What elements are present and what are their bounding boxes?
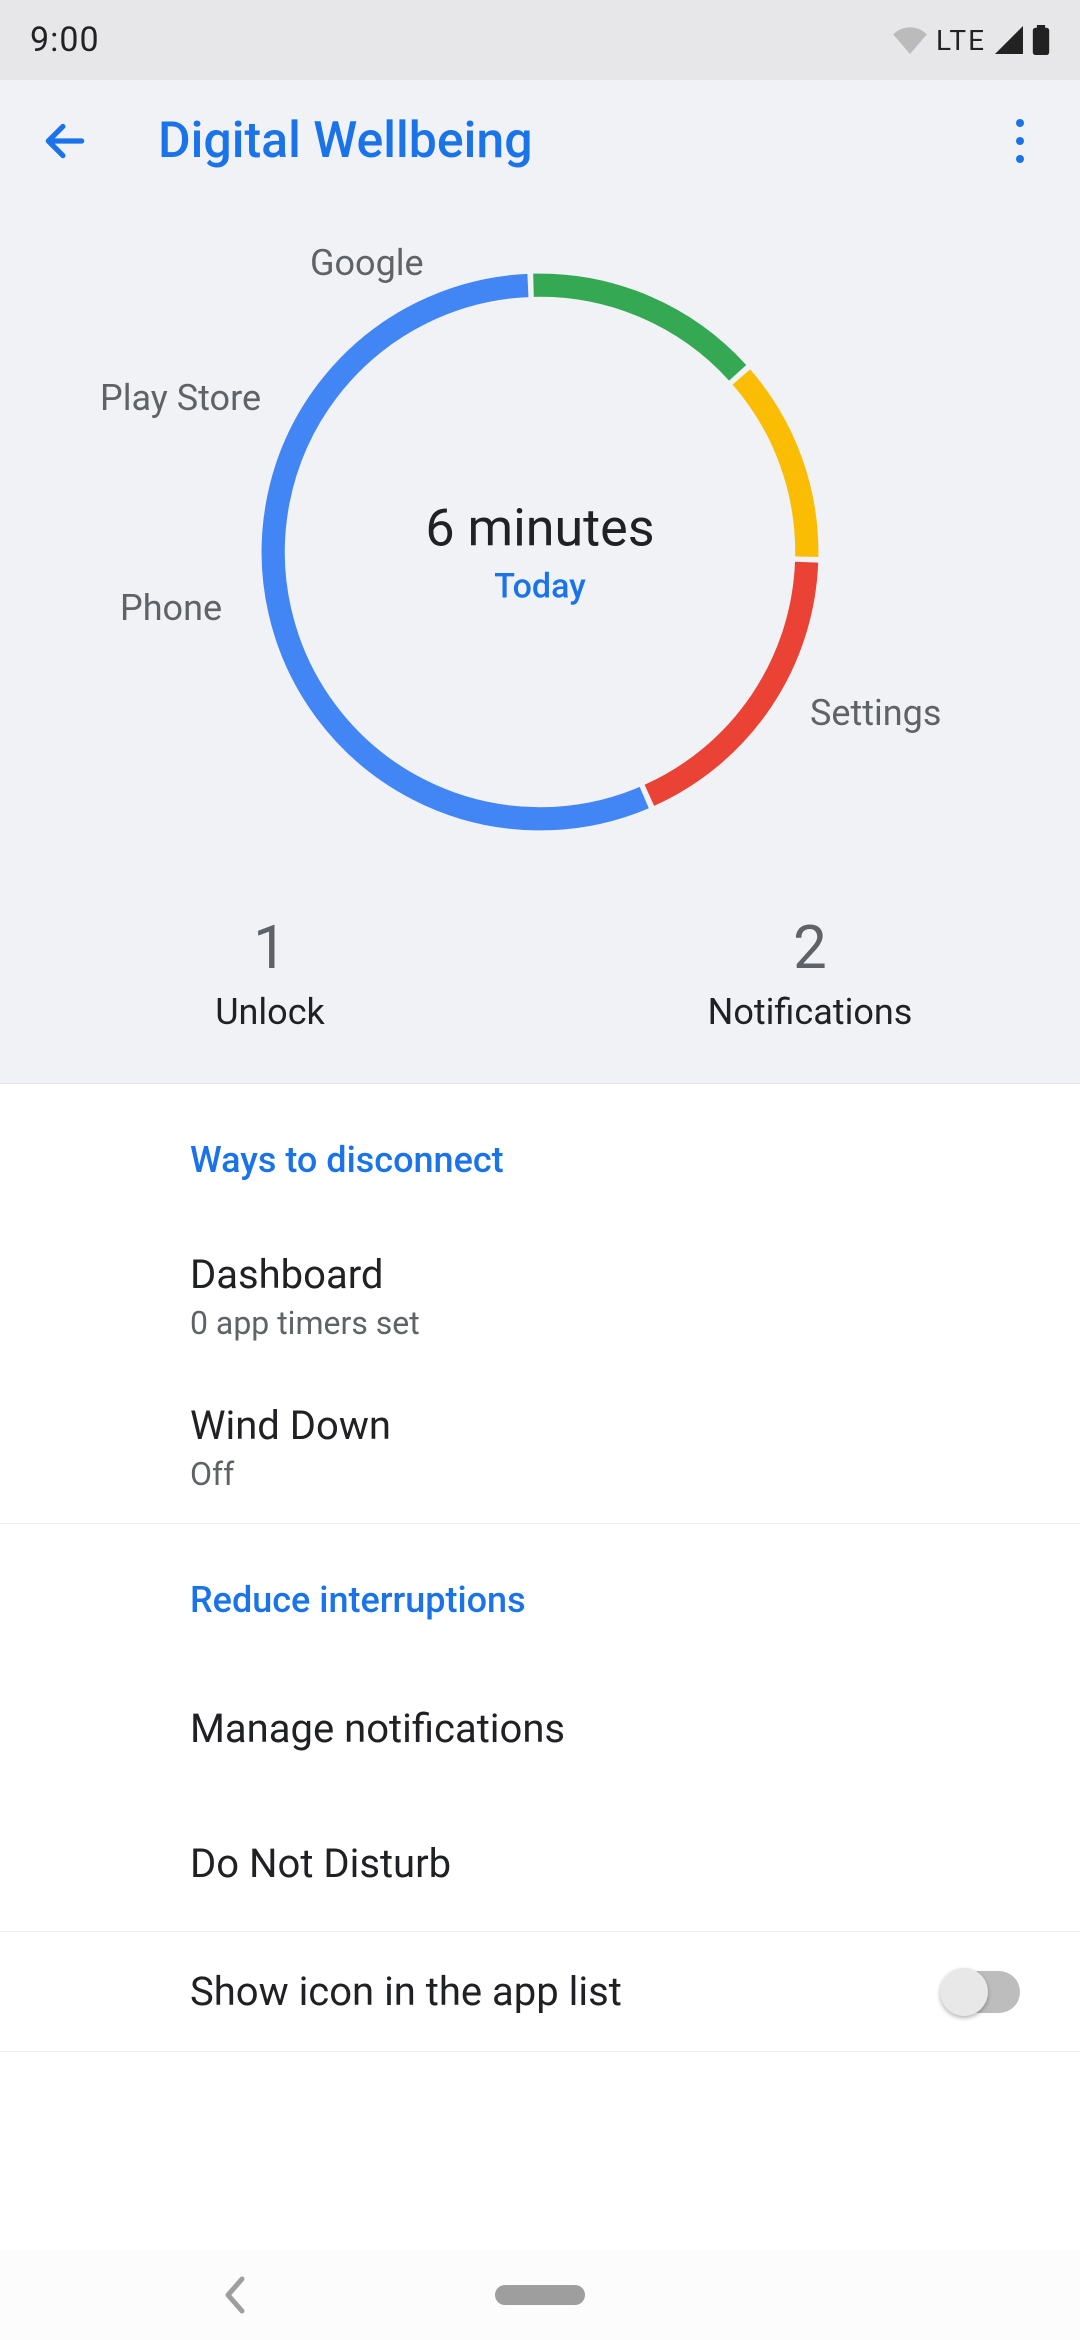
status-icons: LTE: [892, 24, 1050, 57]
section-header-disconnect: Ways to disconnect: [0, 1084, 1080, 1221]
unlock-counter[interactable]: 1 Unlock: [0, 912, 540, 1033]
total-time-label: 6 minutes: [425, 498, 654, 559]
notifications-counter[interactable]: 2 Notifications: [540, 912, 1080, 1033]
overflow-menu-button[interactable]: [990, 111, 1050, 171]
dot-icon: [1016, 137, 1024, 145]
nav-back-button[interactable]: [220, 2275, 248, 2315]
section-header-reduce: Reduce interruptions: [0, 1524, 1080, 1661]
dashboard-subtitle: 0 app timers set: [190, 1304, 1040, 1342]
usage-summary-panel: 6 minutes Today Google Play Store Phone Set…: [0, 202, 1080, 1084]
unlock-count: 1: [0, 912, 540, 983]
donut-segment-label: Play Store: [100, 377, 261, 419]
donut-segment-label: Settings: [810, 692, 941, 734]
app-bar: Digital Wellbeing: [0, 80, 1080, 202]
winddown-item[interactable]: Wind Down Off: [0, 1372, 1080, 1523]
dot-icon: [1016, 119, 1024, 127]
battery-icon: [1032, 25, 1050, 55]
switch-knob: [940, 1968, 988, 2016]
show-icon-title: Show icon in the app list: [190, 1968, 942, 2015]
show-icon-item[interactable]: Show icon in the app list: [0, 1932, 1080, 2052]
dnd-item[interactable]: Do Not Disturb: [0, 1796, 1080, 1931]
manage-notifications-item[interactable]: Manage notifications: [0, 1661, 1080, 1796]
winddown-subtitle: Off: [190, 1455, 1040, 1493]
period-label: Today: [425, 567, 654, 607]
notifications-label: Notifications: [540, 991, 1080, 1033]
usage-donut-chart[interactable]: 6 minutes Today Google Play Store Phone Set…: [0, 222, 1080, 882]
notifications-count: 2: [540, 912, 1080, 983]
page-title: Digital Wellbeing: [158, 112, 990, 170]
counters-row: 1 Unlock 2 Notifications: [0, 882, 1080, 1073]
section-reduce: Reduce interruptions Manage notification…: [0, 1524, 1080, 1932]
wifi-icon: [892, 26, 928, 54]
status-time: 9:00: [30, 20, 100, 60]
nav-home-pill[interactable]: [495, 2285, 585, 2305]
signal-icon: [994, 26, 1024, 54]
dot-icon: [1016, 155, 1024, 163]
donut-segment-label: Phone: [120, 587, 222, 629]
system-nav-bar: [0, 2250, 1080, 2340]
network-label: LTE: [936, 24, 986, 57]
manage-notifications-title: Manage notifications: [190, 1705, 1040, 1752]
winddown-title: Wind Down: [190, 1402, 1040, 1449]
donut-segment-label: Google: [310, 242, 424, 284]
dnd-title: Do Not Disturb: [190, 1840, 1040, 1887]
status-bar: 9:00 LTE: [0, 0, 1080, 80]
donut-center: 6 minutes Today: [425, 498, 654, 607]
dashboard-title: Dashboard: [190, 1251, 1040, 1298]
dashboard-item[interactable]: Dashboard 0 app timers set: [0, 1221, 1080, 1372]
unlock-label: Unlock: [0, 991, 540, 1033]
show-icon-switch[interactable]: [942, 1971, 1020, 2013]
back-button[interactable]: [30, 106, 100, 176]
section-disconnect: Ways to disconnect Dashboard 0 app timer…: [0, 1084, 1080, 1524]
